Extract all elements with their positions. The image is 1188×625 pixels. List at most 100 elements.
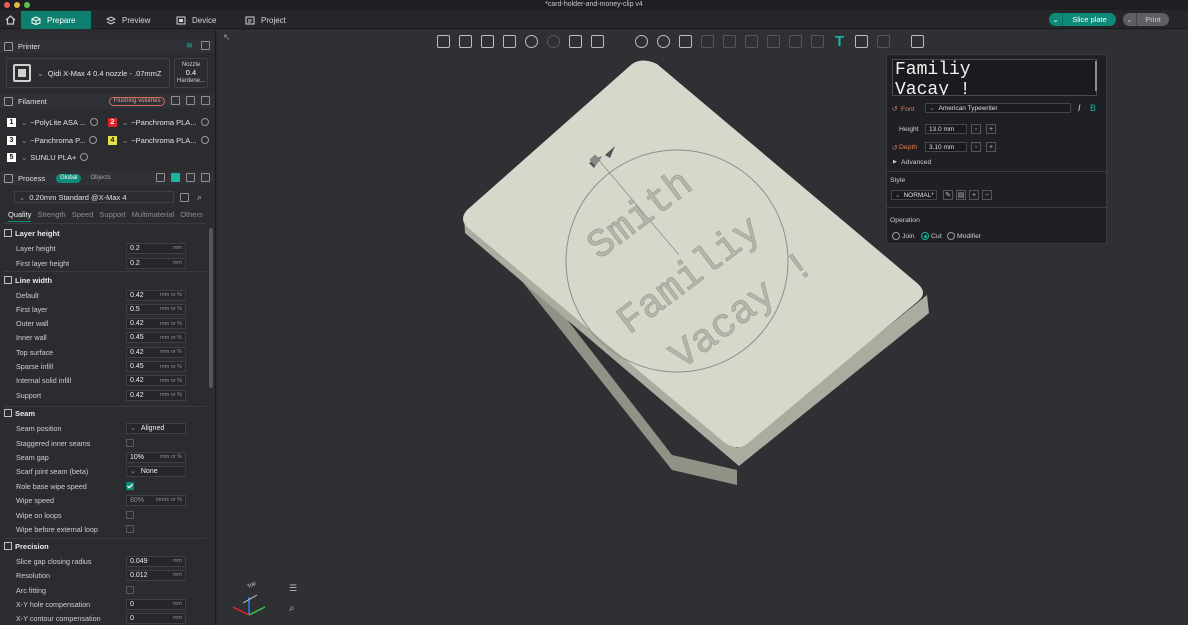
wifi-icon[interactable]: ≋ — [186, 41, 195, 50]
filament-1-settings-icon[interactable] — [89, 118, 98, 126]
axes-gizmo[interactable]: Top — [221, 575, 281, 625]
tab-prepare-label: Prepare — [47, 15, 76, 25]
add-style-icon[interactable]: + — [969, 190, 979, 200]
wipe-loops-checkbox[interactable] — [126, 511, 134, 519]
seam-gap-input[interactable]: 10% mm or % — [126, 451, 186, 463]
line-width-input[interactable]: 0.45 mm or % — [126, 332, 186, 344]
flushing-volumes-button[interactable]: Flushing volumes — [108, 96, 166, 106]
first-layer-height-input[interactable]: 0.2 mm — [126, 257, 186, 269]
process-compare-icon[interactable] — [156, 173, 165, 182]
line-width-input[interactable]: 0.42 mm or % — [126, 389, 186, 401]
depth-decrease-button[interactable]: - — [971, 142, 981, 152]
wipe-before-checkbox[interactable] — [126, 525, 134, 533]
tab-prepare[interactable]: Prepare — [21, 11, 91, 29]
save-preset-icon[interactable] — [180, 192, 189, 202]
operation-cut-radio[interactable] — [921, 232, 929, 240]
operation-join-radio[interactable] — [892, 232, 900, 240]
italic-button[interactable]: I — [1078, 103, 1081, 113]
tab-others[interactable]: Others — [180, 210, 203, 222]
layer-height-input[interactable]: 0.2 mm — [126, 242, 186, 254]
printer-selector[interactable]: ⌄ Qidi X-Max 4 0.4 nozzle - .07mmZ — [6, 58, 170, 88]
rename-style-icon[interactable]: ✎ — [943, 190, 953, 200]
home-button[interactable] — [2, 12, 18, 27]
filament-3-settings-icon[interactable] — [89, 136, 98, 144]
slice-plate-button[interactable]: ⌄ Slice plate — [1049, 13, 1116, 26]
line-width-input[interactable]: 0.42 mm or % — [126, 289, 186, 301]
tab-project[interactable]: Project — [235, 11, 301, 29]
depth-input[interactable]: 3.10 mm — [925, 142, 967, 152]
zoom-icon[interactable]: ⌕ — [289, 603, 301, 615]
line-width-input[interactable]: 0.42 mm or % — [126, 375, 186, 387]
save-style-icon[interactable]: ▤ — [956, 190, 966, 200]
height-input[interactable]: 13.0 mm — [925, 124, 967, 134]
process-toggle-icon[interactable] — [171, 173, 180, 182]
filament-2-settings-icon[interactable] — [200, 118, 209, 126]
depth-increase-button[interactable]: + — [986, 142, 996, 152]
tab-preview[interactable]: Preview — [96, 11, 162, 29]
nozzle-selector[interactable]: Nozzle 0.4 Hardene... — [174, 58, 208, 88]
filament-4-settings-icon[interactable] — [200, 136, 209, 144]
printer-settings-icon[interactable] — [201, 41, 210, 50]
filament-slot-5[interactable]: 5 ⌄ SUNLU PLA+ — [7, 151, 89, 163]
printer-section-header[interactable]: Printer ≋ — [0, 39, 214, 53]
wipe-speed-input[interactable]: 80% mm/s or % — [126, 494, 186, 506]
tab-quality[interactable]: Quality — [8, 210, 32, 222]
filament-section-header[interactable]: Filament Flushing volumes — [0, 94, 214, 108]
global-toggle[interactable]: Global — [56, 173, 82, 183]
text-preview-input[interactable]: Familiy Vacay ! — [892, 59, 1097, 96]
line-width-input[interactable]: 0.42 mm or % — [126, 318, 186, 330]
expand-advanced-icon[interactable]: ▶ — [893, 159, 897, 165]
process-advanced-icon[interactable] — [186, 173, 195, 182]
height-increase-button[interactable]: + — [986, 124, 996, 134]
filament-settings-icon[interactable] — [201, 96, 210, 105]
process-preset-selector[interactable]: ⌄ 0.20mm Standard @X-Max 4 — [14, 191, 174, 203]
role-wipe-checkbox[interactable] — [126, 482, 134, 490]
layer-height-row: Layer height 0.2 mm — [16, 242, 188, 254]
process-section-header[interactable]: Process Global Objects — [0, 171, 214, 185]
operation-join-label: Join — [902, 233, 915, 240]
xy-contour-input[interactable]: 0 mm — [126, 612, 186, 624]
line-width-input[interactable]: 0.42 mm or % — [126, 346, 186, 358]
filament-slot-3[interactable]: 3 ⌄ ~Panchroma P... — [7, 134, 98, 146]
arc-fitting-checkbox[interactable] — [126, 586, 134, 594]
staggered-seams-checkbox[interactable] — [126, 439, 134, 447]
slice-gap-input[interactable]: 0.049 mm — [126, 555, 186, 567]
menu-icon[interactable]: ☰ — [289, 583, 301, 595]
settings-scrollbar[interactable] — [209, 228, 213, 388]
chevron-down-icon: ⌄ — [130, 425, 136, 432]
line-width-input[interactable]: 0.5 mm or % — [126, 303, 186, 315]
filament-slot-2[interactable]: 2 ⌄ ~Panchroma PLA... — [108, 116, 209, 128]
unit-label: mm — [172, 601, 182, 607]
filament-slot-1[interactable]: 1 ⌄ ~PolyLite ASA ... — [7, 116, 98, 128]
add-filament-icon[interactable] — [171, 96, 180, 105]
filament-5-settings-icon[interactable] — [80, 153, 89, 161]
objects-toggle[interactable]: Objects — [86, 174, 114, 183]
operation-modifier-radio[interactable] — [947, 232, 955, 240]
remove-filament-icon[interactable] — [186, 96, 195, 105]
scarf-seam-select[interactable]: ⌄ None — [126, 465, 186, 477]
advanced-toggle[interactable]: Advanced — [901, 159, 931, 166]
search-icon[interactable]: ⌕ — [197, 192, 202, 203]
chevron-down-icon[interactable]: ⌄ — [1123, 13, 1137, 26]
print-button[interactable]: ⌄ Print — [1123, 13, 1169, 26]
tab-support[interactable]: Support — [99, 210, 125, 222]
tab-device[interactable]: Device — [166, 11, 232, 29]
font-reset-icon[interactable]: ↺ — [892, 105, 898, 113]
remove-style-icon[interactable]: − — [982, 190, 992, 200]
depth-reset-icon[interactable]: ↺ — [892, 144, 898, 152]
text-scrollbar[interactable] — [1095, 61, 1097, 91]
height-decrease-button[interactable]: - — [971, 124, 981, 134]
process-settings-icon[interactable] — [201, 173, 210, 182]
tab-multimaterial[interactable]: Multimaterial — [132, 210, 175, 222]
style-select[interactable]: ⌄ NORMAL* — [891, 190, 937, 200]
font-select[interactable]: ⌄ American Typewriter — [925, 103, 1071, 113]
tab-speed[interactable]: Speed — [72, 210, 94, 222]
filament-slot-4[interactable]: 4 ⌄ ~Panchroma PLA... — [108, 134, 209, 146]
seam-position-select[interactable]: ⌄ Aligned — [126, 422, 186, 434]
xy-hole-input[interactable]: 0 mm — [126, 598, 186, 610]
resolution-input[interactable]: 0.012 mm — [126, 569, 186, 581]
tab-strength[interactable]: Strength — [37, 210, 65, 222]
bold-button[interactable]: B — [1090, 103, 1096, 113]
chevron-down-icon[interactable]: ⌄ — [1049, 13, 1063, 26]
line-width-input[interactable]: 0.45 mm or % — [126, 361, 186, 372]
